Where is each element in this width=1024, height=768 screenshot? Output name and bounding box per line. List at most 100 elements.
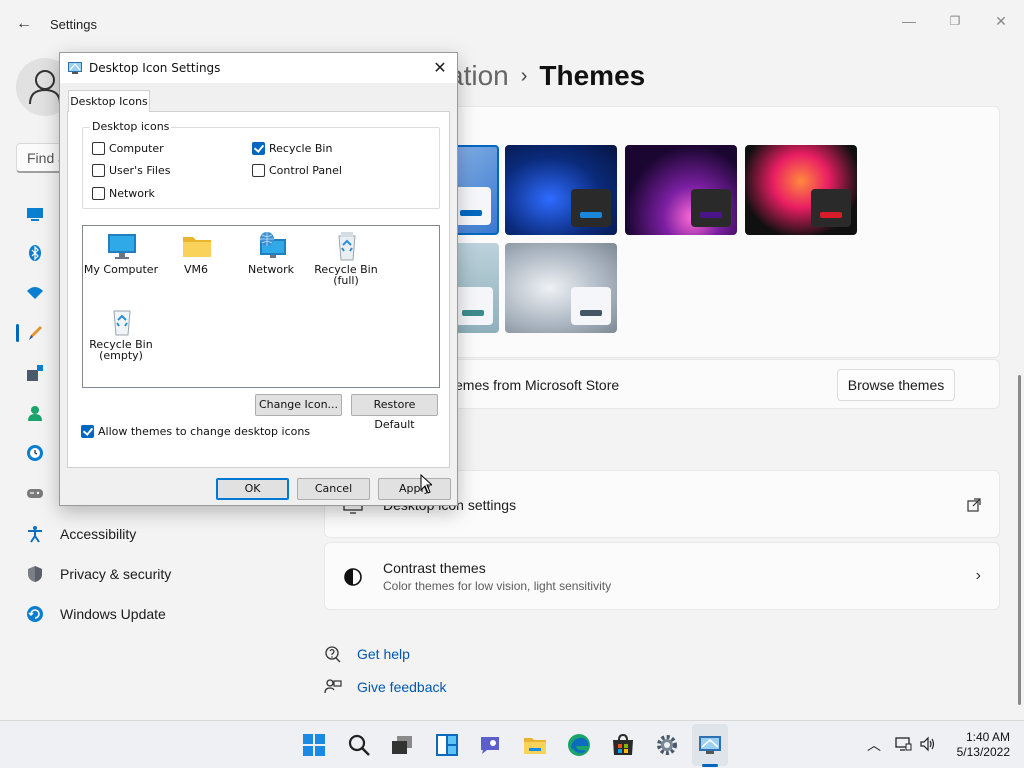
dialog-close-button[interactable]: ✕ — [425, 53, 455, 83]
checkbox-label: Control Panel — [269, 164, 342, 177]
app-title: Settings — [50, 17, 97, 32]
icon-caption: Network — [248, 263, 294, 276]
task-view-icon[interactable] — [390, 733, 414, 757]
close-button[interactable]: ✕ — [978, 6, 1024, 36]
search-icon[interactable] — [347, 733, 371, 757]
nav-item-label: Windows Update — [60, 606, 166, 622]
recycle-bin-full-icon — [338, 232, 356, 261]
clock-date: 5/13/2022 — [956, 745, 1010, 759]
tab-panel: Desktop icons Computer Recycle Bin User'… — [67, 111, 450, 468]
mouse-cursor-icon — [420, 474, 432, 494]
icon-caption: Recycle Bin (empty) — [89, 338, 153, 362]
checkbox-label: Network — [109, 187, 155, 200]
desktop-icon-settings-dialog: Desktop Icon Settings ✕ Desktop Icons De… — [59, 52, 458, 506]
store-text: emes from Microsoft Store — [455, 377, 620, 393]
row-title: Contrast themes — [383, 560, 486, 576]
external-link-icon — [967, 498, 981, 512]
icon-caption: VM6 — [183, 263, 208, 276]
folder-icon — [183, 237, 211, 257]
contrast-themes-row[interactable]: Contrast themes Color themes for low vis… — [324, 542, 1000, 610]
start-icon[interactable] — [302, 733, 326, 757]
feedback-icon — [324, 679, 342, 694]
checkbox-box[interactable] — [92, 142, 105, 155]
nav-item-windows-update[interactable]: Windows Update — [16, 596, 306, 632]
group-label: Desktop icons — [90, 120, 172, 133]
desktop-icons-group: Desktop icons Computer Recycle Bin User'… — [82, 120, 440, 209]
network-globe-icon — [260, 232, 286, 258]
network-status-icon[interactable] — [894, 735, 912, 753]
title-bar: ← Settings — ❐ ✕ — [0, 0, 1024, 48]
edge-icon[interactable] — [567, 733, 591, 757]
nav-item-accessibility[interactable]: Accessibility — [16, 516, 306, 552]
taskbar: ︿ 1:40 AM 5/13/2022 — [0, 720, 1024, 768]
personalization-icon[interactable] — [26, 324, 44, 342]
time-language-icon[interactable] — [26, 444, 44, 462]
settings-icon[interactable] — [655, 733, 679, 757]
apps-icon[interactable] — [26, 364, 44, 382]
row-subtitle: Color themes for low vision, light sensi… — [383, 579, 612, 593]
back-button[interactable]: ← — [12, 12, 36, 36]
change-icon-button[interactable]: Change Icon... — [255, 394, 342, 416]
cancel-button[interactable]: Cancel — [297, 478, 370, 500]
checkbox-box[interactable] — [92, 187, 105, 200]
store-icon[interactable] — [611, 733, 635, 757]
browse-themes-button[interactable]: Browse themes — [837, 369, 955, 401]
network-icon[interactable] — [26, 284, 44, 302]
file-explorer-icon[interactable] — [523, 733, 547, 757]
nav-selected-indicator — [16, 324, 19, 342]
breadcrumb: ation › Themes — [448, 60, 645, 96]
chevron-right-icon: › — [520, 65, 528, 87]
minimize-button[interactable]: — — [886, 6, 932, 36]
theme-thumbnail-captured-motion[interactable] — [745, 145, 857, 235]
windows-update-icon — [27, 606, 43, 622]
clock[interactable]: 1:40 AM 5/13/2022 — [940, 730, 1010, 760]
checkbox-box[interactable] — [252, 164, 265, 177]
gaming-icon[interactable] — [26, 484, 44, 502]
tab-desktop-icons[interactable]: Desktop Icons — [68, 90, 150, 112]
icon-caption: Recycle Bin (full) — [314, 263, 378, 287]
accounts-icon[interactable] — [26, 404, 44, 422]
widgets-icon[interactable] — [435, 733, 459, 757]
dialog-title-bar[interactable]: Desktop Icon Settings ✕ — [60, 53, 457, 83]
maximize-button[interactable]: ❐ — [932, 6, 978, 36]
help-icon — [325, 646, 341, 663]
theme-thumbnail-flow[interactable] — [505, 243, 617, 333]
checkbox-box[interactable] — [92, 164, 105, 177]
theme-thumbnail-glow[interactable] — [625, 145, 737, 235]
desktop-settings-icon — [68, 62, 82, 74]
checkbox-label: Recycle Bin — [269, 142, 333, 155]
nav-item-label: Privacy & security — [60, 566, 172, 582]
accessibility-icon — [28, 526, 42, 543]
link-label: Give feedback — [357, 679, 447, 695]
icon-list[interactable]: My Computer VM6 Network Recycle Bin (full… — [82, 225, 440, 388]
checkbox-box-checked[interactable] — [81, 425, 94, 438]
theme-thumbnail-bloom-dark[interactable] — [505, 145, 617, 235]
ok-button[interactable]: OK — [216, 478, 289, 500]
chevron-up-icon[interactable]: ︿ — [867, 735, 885, 753]
volume-icon[interactable] — [919, 735, 937, 753]
checkbox-label: User's Files — [109, 164, 171, 177]
chat-icon[interactable] — [478, 733, 502, 757]
active-app-indicator — [702, 764, 718, 767]
restore-default-button[interactable]: Restore Default — [351, 394, 438, 431]
dialog-title: Desktop Icon Settings — [89, 61, 221, 75]
icon-caption: My Computer — [83, 263, 159, 276]
clock-time: 1:40 AM — [965, 730, 1010, 744]
recycle-bin-empty-icon — [113, 310, 131, 336]
checkbox-label: Allow themes to change desktop icons — [98, 425, 311, 438]
monitor-icon — [108, 234, 136, 259]
nav-item-label: Accessibility — [60, 526, 137, 542]
contrast-icon — [344, 568, 362, 586]
scrollbar[interactable] — [1018, 375, 1021, 705]
apply-button[interactable]: Apply — [378, 478, 451, 500]
nav-item-privacy-security[interactable]: Privacy & security — [16, 556, 306, 592]
page-title: Themes — [539, 60, 646, 91]
checkbox-box-checked[interactable] — [252, 142, 265, 155]
chevron-right-icon: › — [975, 567, 981, 584]
shield-icon — [28, 566, 42, 582]
desktop-icon-settings-app-icon[interactable] — [698, 733, 722, 757]
system-icon[interactable] — [26, 205, 44, 223]
bluetooth-icon[interactable] — [26, 244, 44, 262]
link-label: Get help — [357, 646, 410, 662]
checkbox-label: Computer — [109, 142, 164, 155]
